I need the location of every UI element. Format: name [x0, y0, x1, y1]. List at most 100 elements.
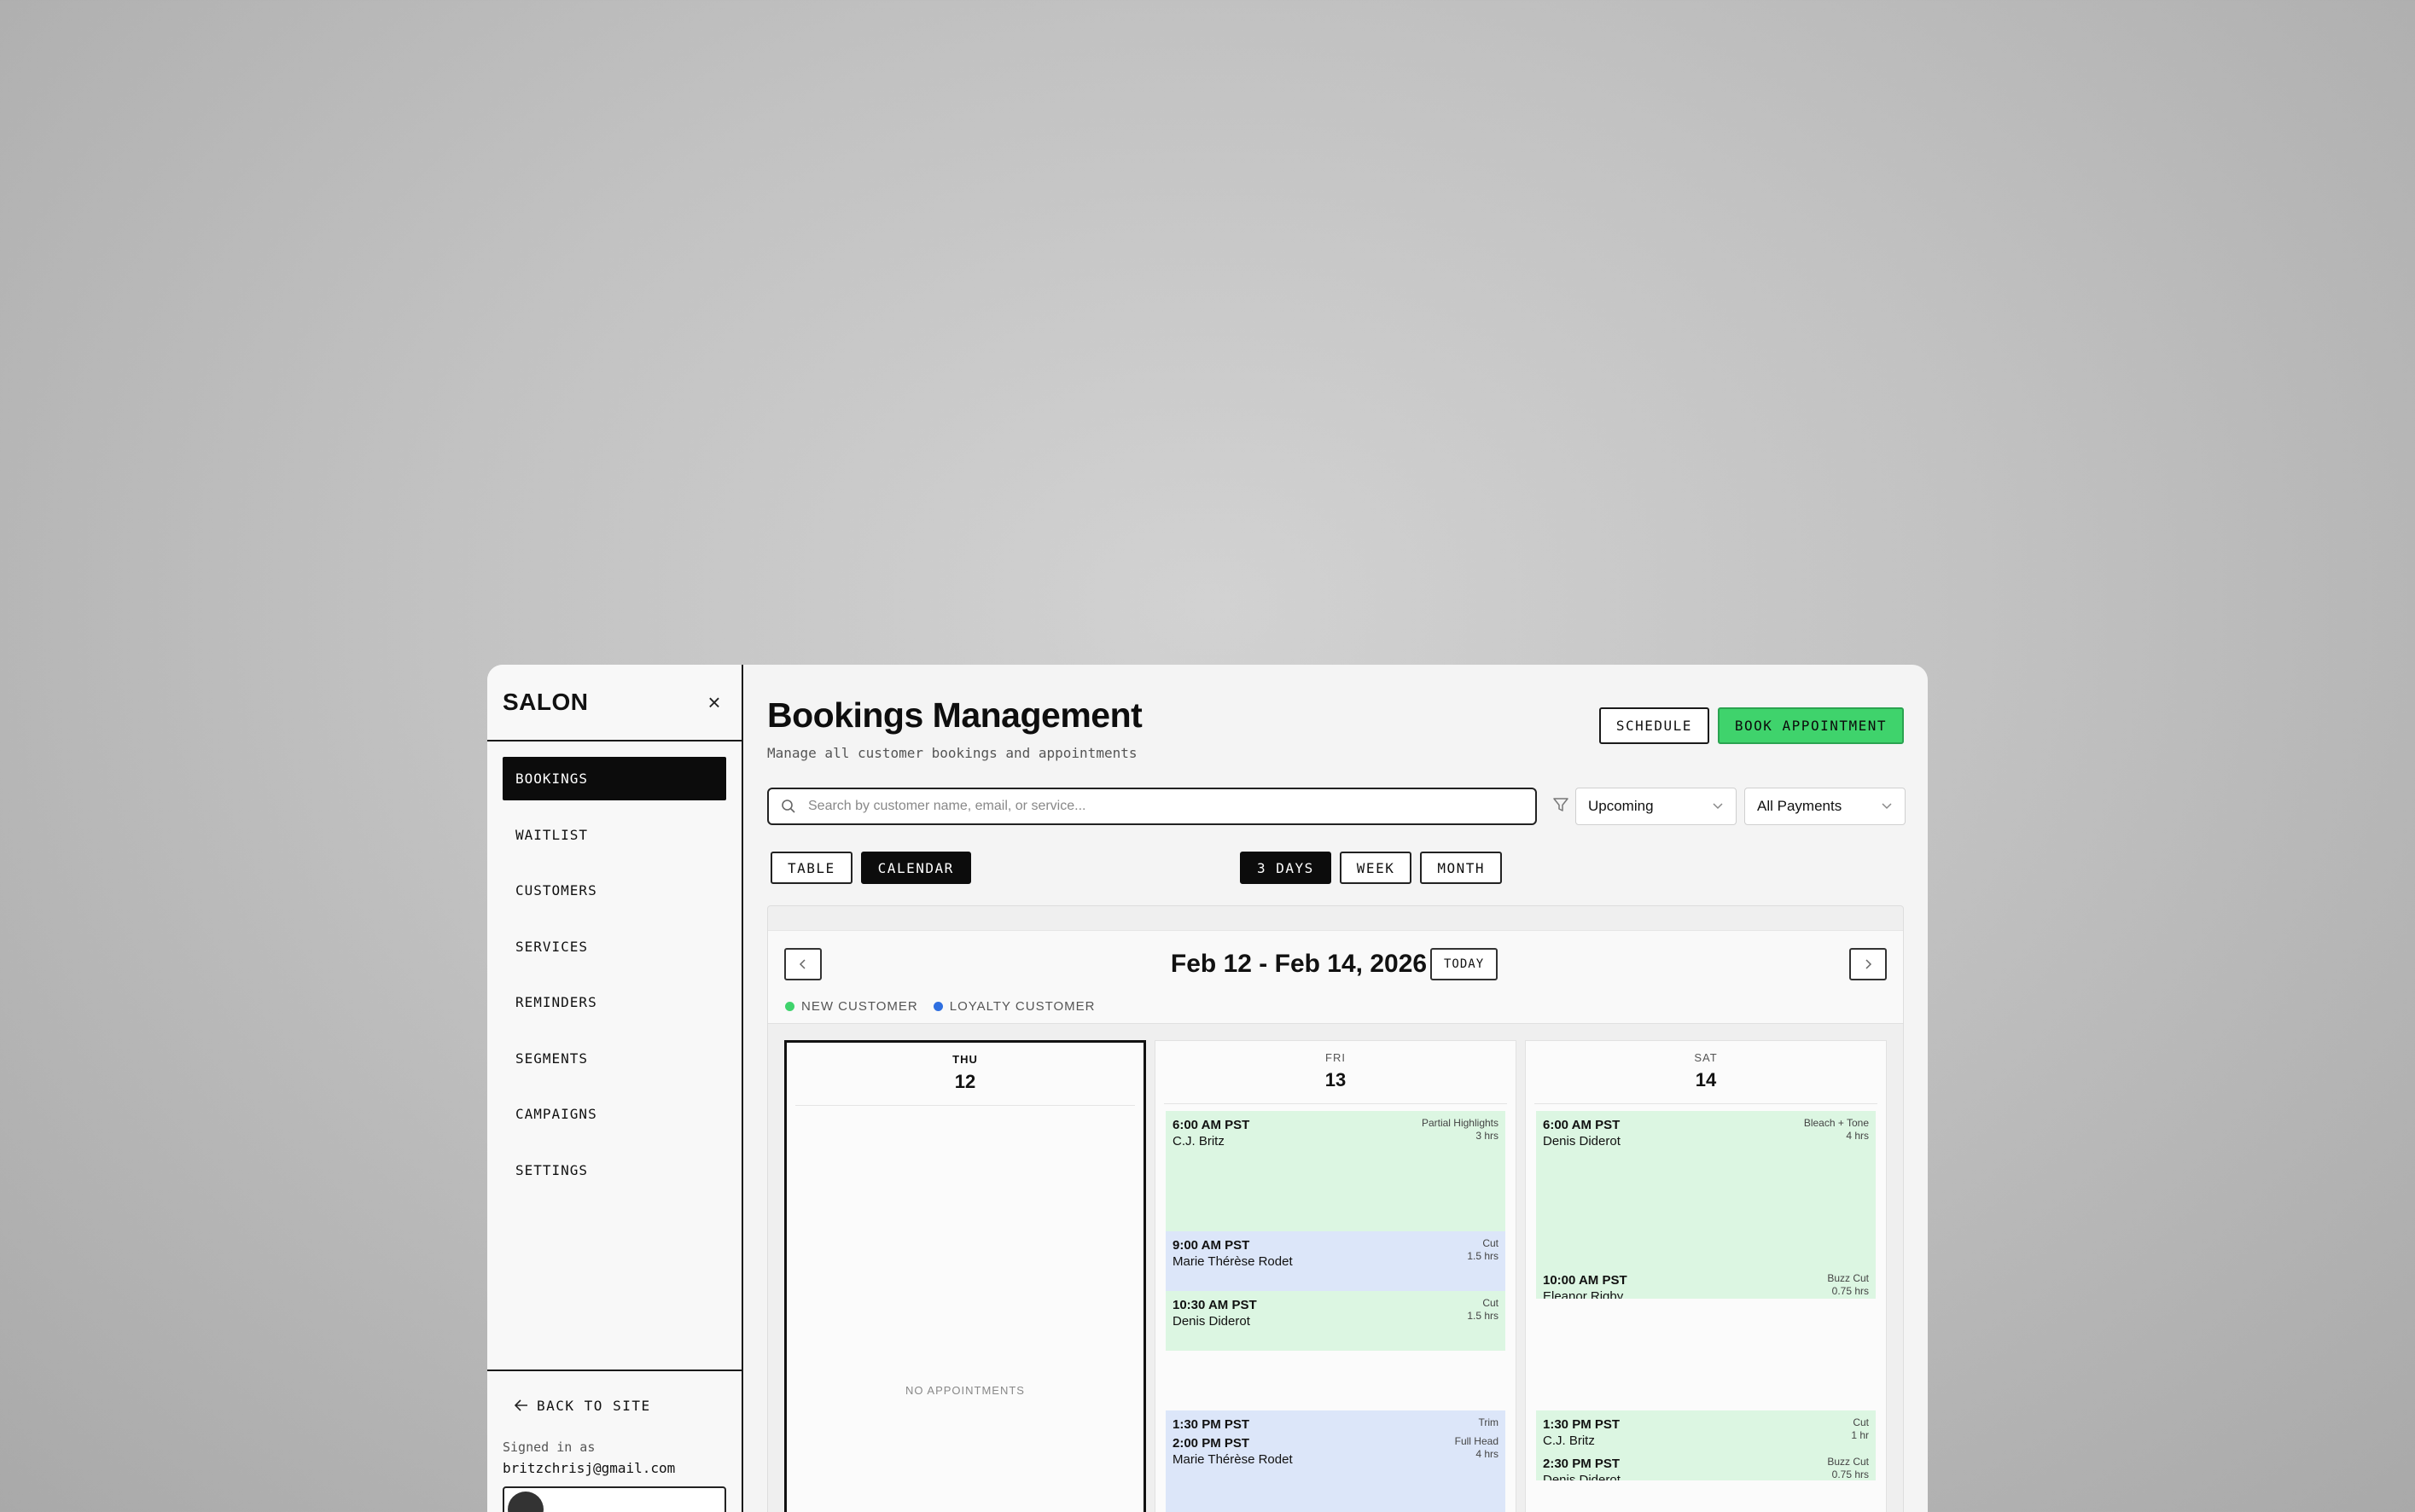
brand-logo: SALON	[503, 689, 589, 715]
service-duration: 1.5 hrs	[1467, 1310, 1498, 1322]
appointment-time: 2:30 PM PST	[1543, 1457, 1621, 1471]
no-appointments-label: NO APPOINTMENTS	[905, 1384, 1025, 1397]
day-header: THU 12	[795, 1043, 1135, 1106]
day-number: 13	[1324, 1069, 1347, 1090]
appointment-time: 10:30 AM PST	[1173, 1298, 1257, 1312]
appointment-customer: Marie Thérèse Rodet	[1173, 1254, 1293, 1269]
appointment-service: Buzz Cut 0.75 hrs	[1827, 1273, 1869, 1298]
status-filter-value: Upcoming	[1588, 798, 1654, 814]
range-toggle: 3 DAYS WEEK MONTH	[1240, 852, 1502, 884]
appointment-time: 9:00 AM PST	[1173, 1238, 1250, 1253]
avatar	[508, 1492, 544, 1512]
appointment-customer: Denis Diderot	[1543, 1473, 1621, 1480]
day-of-week: FRI	[1325, 1051, 1346, 1064]
legend-new-customer: NEW CUSTOMER	[785, 999, 918, 1014]
appointment-card[interactable]: 6:00 AM PST C.J. Britz Partial Highlight…	[1166, 1111, 1505, 1231]
today-button[interactable]: TODAY	[1430, 948, 1498, 980]
service-name: Trim	[1478, 1416, 1498, 1428]
calendar-view-button[interactable]: CALENDAR	[860, 852, 971, 884]
user-menu-button[interactable]	[503, 1486, 726, 1512]
service-duration: 3 hrs	[1475, 1130, 1498, 1142]
next-range-button[interactable]	[1849, 948, 1887, 980]
user-email: britzchrisj@gmail.com	[503, 1460, 676, 1476]
new-customer-dot	[785, 1002, 794, 1011]
appointment-card[interactable]: 1:30 PM PST Trim 2:00 PM PST Marie Thérè…	[1166, 1410, 1505, 1512]
sidebar-item-customers[interactable]: CUSTOMERS	[503, 869, 726, 912]
appointment-card-overlap[interactable]: 2:00 PM PST Marie Thérèse Rodet Full Hea…	[1173, 1435, 1498, 1467]
appointment-service: Buzz Cut 0.75 hrs	[1827, 1457, 1869, 1480]
date-range-label: Feb 12 - Feb 14, 2026	[1170, 950, 1428, 978]
appointment-service: Bleach + Tone 4 hrs	[1804, 1117, 1869, 1143]
day-column-fri: FRI 13 6:00 AM PST C.J. Britz Partial Hi…	[1155, 1040, 1516, 1512]
appointment-customer: C.J. Britz	[1543, 1433, 1595, 1448]
sidebar-item-segments[interactable]: SEGMENTS	[503, 1037, 726, 1080]
three-days-button[interactable]: 3 DAYS	[1240, 852, 1331, 884]
calendar-header: Feb 12 - Feb 14, 2026 TODAY NEW CUSTOMER…	[768, 930, 1903, 1024]
search-box	[767, 788, 1537, 825]
close-sidebar-button[interactable]: ×	[702, 689, 726, 716]
service-name: Partial Highlights	[1421, 1117, 1498, 1129]
day-number: 14	[1695, 1069, 1717, 1090]
payments-filter-select[interactable]: All Payments	[1744, 788, 1906, 825]
view-toggle: TABLE CALENDAR	[771, 852, 971, 884]
service-name: Cut	[1482, 1237, 1498, 1249]
search-input[interactable]	[808, 799, 1525, 814]
appointment-time: 1:30 PM PST	[1543, 1417, 1621, 1432]
appointment-card-overlap[interactable]: 2:30 PM PST Denis Diderot Buzz Cut 0.75 h…	[1543, 1457, 1869, 1480]
page-title: Bookings Management	[767, 695, 1143, 735]
appointment-card[interactable]: 9:00 AM PST Marie Thérèse Rodet Cut 1.5 h…	[1166, 1231, 1505, 1291]
appointment-card-overlap[interactable]: 10:00 AM PST Eleanor Rigby Buzz Cut 0.75 …	[1543, 1273, 1869, 1299]
appointment-time: 10:00 AM PST	[1543, 1273, 1627, 1288]
service-duration: 1.5 hrs	[1467, 1250, 1498, 1262]
book-appointment-button[interactable]: BOOK APPOINTMENT	[1717, 707, 1904, 744]
loyalty-customer-dot	[933, 1002, 943, 1011]
day-header: FRI 13	[1164, 1041, 1507, 1104]
chevron-down-icon	[1713, 803, 1723, 810]
appointment-card[interactable]: 1:30 PM PST C.J. Britz Cut 1 hr 2:30 PM P…	[1536, 1410, 1876, 1480]
appointment-time: 1:30 PM PST	[1173, 1417, 1250, 1432]
sidebar-item-settings[interactable]: SETTINGS	[503, 1149, 726, 1192]
service-duration: 1 hr	[1851, 1429, 1869, 1441]
calendar-legend: NEW CUSTOMER LOYALTY CUSTOMER	[785, 999, 1096, 1014]
appointment-customer: Marie Thérèse Rodet	[1173, 1452, 1293, 1467]
appointment-card[interactable]: 6:00 AM PST Denis Diderot Bleach + Tone 4…	[1536, 1111, 1876, 1299]
appointment-service: Cut 1 hr	[1851, 1416, 1869, 1442]
sidebar-footer: BACK TO SITE Signed in as britzchrisj@gm…	[487, 1370, 742, 1512]
sidebar-item-reminders[interactable]: REMINDERS	[503, 980, 726, 1024]
month-button[interactable]: MONTH	[1420, 852, 1502, 884]
main-content: Bookings Management Manage all customer …	[743, 665, 1928, 1512]
arrow-left-icon	[515, 1399, 527, 1411]
service-name: Bleach + Tone	[1803, 1117, 1869, 1129]
day-column-thu[interactable]: THU 12 NO APPOINTMENTS	[784, 1040, 1146, 1512]
day-number: 12	[954, 1071, 976, 1092]
service-name: Cut	[1853, 1416, 1869, 1428]
legend-new-label: NEW CUSTOMER	[801, 999, 918, 1014]
appointment-customer: Eleanor Rigby	[1543, 1289, 1624, 1299]
appointment-card[interactable]: 10:30 AM PST Denis Diderot Cut 1.5 hrs	[1166, 1291, 1505, 1351]
appointment-service: Cut 1.5 hrs	[1467, 1237, 1498, 1263]
service-name: Buzz Cut	[1827, 1273, 1869, 1284]
sidebar-item-campaigns[interactable]: CAMPAIGNS	[503, 1092, 726, 1136]
status-filter-select[interactable]: Upcoming	[1575, 788, 1737, 825]
schedule-button[interactable]: SCHEDULE	[1598, 707, 1709, 744]
service-duration: 4 hrs	[1475, 1448, 1498, 1460]
appointment-service: Trim	[1478, 1416, 1498, 1429]
sidebar-item-bookings[interactable]: BOOKINGS	[503, 757, 726, 800]
day-column-sat: SAT 14 6:00 AM PST Denis Diderot Bleach …	[1525, 1040, 1887, 1512]
week-button[interactable]: WEEK	[1339, 852, 1412, 884]
service-duration: 4 hrs	[1846, 1130, 1869, 1142]
chevron-down-icon	[1882, 803, 1892, 810]
signed-in-label: Signed in as	[503, 1439, 596, 1455]
search-icon	[782, 800, 795, 813]
service-name: Cut	[1482, 1297, 1498, 1309]
sidebar-item-waitlist[interactable]: WAITLIST	[503, 813, 726, 857]
back-to-site-link[interactable]: BACK TO SITE	[503, 1388, 726, 1422]
chevron-right-icon	[1865, 959, 1872, 969]
sidebar-item-services[interactable]: SERVICES	[503, 925, 726, 968]
app-window: SALON × BOOKINGS WAITLIST CUSTOMERS SERV…	[487, 665, 1928, 1512]
appointment-time: 2:00 PM PST	[1173, 1436, 1250, 1451]
appointment-service: Full Head 4 hrs	[1455, 1435, 1498, 1461]
legend-loyal-label: LOYALTY CUSTOMER	[949, 999, 1096, 1014]
sidebar-nav: BOOKINGS WAITLIST CUSTOMERS SERVICES REM…	[487, 741, 742, 1192]
table-view-button[interactable]: TABLE	[771, 852, 853, 884]
